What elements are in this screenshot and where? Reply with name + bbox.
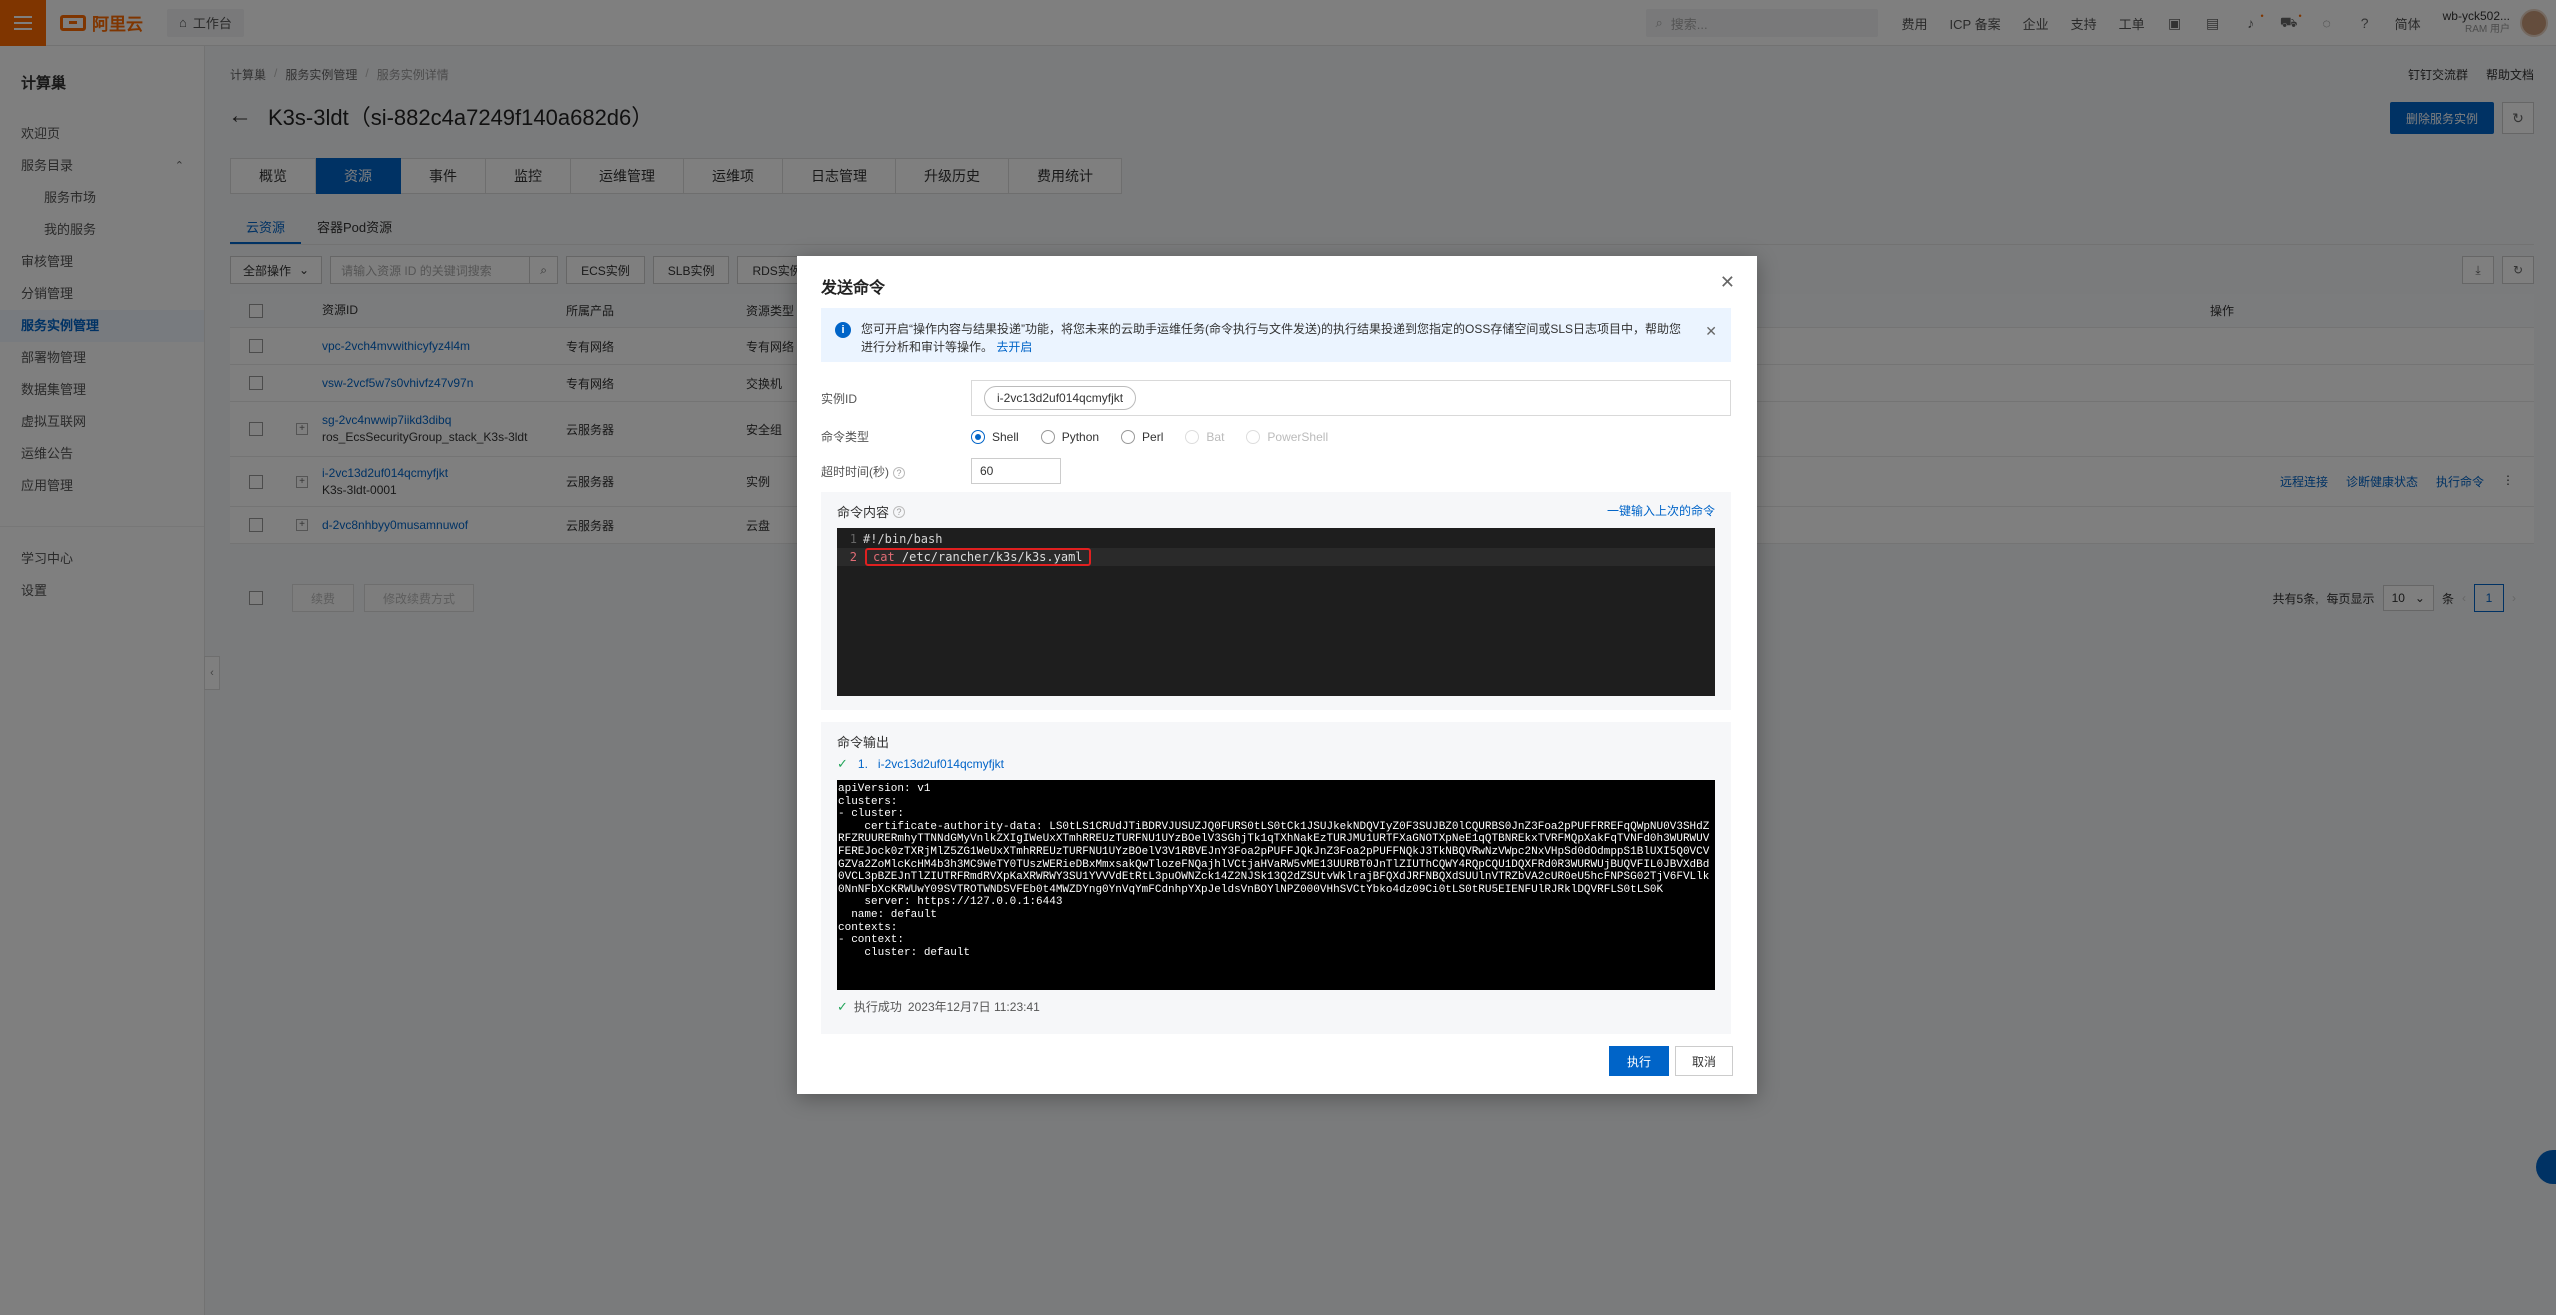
cert-key: certificate-authority-data: xyxy=(838,820,1050,833)
execute-button[interactable]: 执行 xyxy=(1608,1046,1669,1076)
instance-id-label: 实例ID xyxy=(821,391,858,406)
output-index: 1. xyxy=(857,757,868,771)
close-icon[interactable]: ✕ xyxy=(1705,322,1717,340)
radio-bat: Bat xyxy=(1185,429,1225,444)
output-instance-id[interactable]: i-2vc13d2uf014qcmyfjkt xyxy=(878,757,1004,771)
code-text: #!/bin/bash xyxy=(863,532,943,546)
radio-label: Bat xyxy=(1206,429,1225,444)
info-alert: i 您可开启“操作内容与结果投递”功能，将您未来的云助手运维任务(命令执行与文件… xyxy=(821,308,1731,362)
timeout-label: 超时时间(秒)? xyxy=(821,463,971,480)
radio-powershell: PowerShell xyxy=(1246,429,1329,444)
send-command-dialog: 发送命令 ✕ i 您可开启“操作内容与结果投递”功能，将您未来的云助手运维任务(… xyxy=(797,256,1757,1094)
check-icon: ✓ xyxy=(837,756,848,771)
code-line: 1 #!/bin/bash xyxy=(837,530,1715,548)
instance-id-field[interactable]: i-2vc13d2uf014qcmyfjkt xyxy=(971,380,1731,416)
timeout-label-text: 超时时间(秒) xyxy=(821,464,889,479)
enable-delivery-link[interactable]: 去开启 xyxy=(996,340,1032,354)
code-line: 2 cat /etc/rancher/k3s/k3s.yaml xyxy=(837,548,1715,566)
help-icon[interactable]: ? xyxy=(893,505,906,518)
command-type-row: 命令类型 Shell Python Perl Bat PowerShell xyxy=(821,428,1328,445)
help-icon[interactable]: ? xyxy=(893,466,905,479)
info-message: 您可开启“操作内容与结果投递”功能，将您未来的云助手运维任务(命令执行与文件发送… xyxy=(861,322,1682,354)
line-number: 2 xyxy=(849,550,857,564)
code-keyword: cat xyxy=(873,550,895,564)
command-output-panel: 命令输出 ✓ 1. i-2vc13d2uf014qcmyfjkt apiVers… xyxy=(821,722,1731,1034)
terminal-head: apiVersion: v1 clusters: - cluster: xyxy=(838,783,931,821)
command-content-label: 命令内容 xyxy=(837,505,890,520)
exec-time: 2023年12月7日 11:23:41 xyxy=(907,1000,1040,1014)
radio-label: Python xyxy=(1061,429,1100,444)
radio-label: Perl xyxy=(1142,429,1164,444)
reuse-last-command-link[interactable]: 一键输入上次的命令 xyxy=(1607,502,1715,519)
close-icon[interactable]: ✕ xyxy=(1720,272,1735,293)
terminal-tail: server: https://127.0.0.1:6443 name: def… xyxy=(838,896,1063,959)
info-icon: i xyxy=(835,322,851,338)
command-output-terminal: apiVersion: v1 clusters: - cluster: cert… xyxy=(837,780,1715,990)
instance-tag[interactable]: i-2vc13d2uf014qcmyfjkt xyxy=(984,386,1137,410)
code-argument: /etc/rancher/k3s/k3s.yaml xyxy=(894,550,1083,564)
radio-shell[interactable]: Shell xyxy=(971,429,1019,444)
terminal-cert-line: certificate-authority-data: LS0tLS1CRUdJ… xyxy=(838,821,1715,897)
command-type-radio-group: Shell Python Perl Bat PowerShell xyxy=(971,429,1329,444)
command-type-label: 命令类型 xyxy=(821,430,870,444)
command-content-title: 命令内容? xyxy=(837,502,906,521)
line-number: 1 xyxy=(849,532,857,546)
exec-status-text: 执行成功 xyxy=(853,1000,902,1014)
timeout-row: 超时时间(秒)? 60 xyxy=(821,458,1061,484)
command-output-title: 命令输出 xyxy=(837,735,890,750)
dialog-title: 发送命令 xyxy=(821,280,886,297)
highlighted-command: cat /etc/rancher/k3s/k3s.yaml xyxy=(865,548,1091,566)
command-content-panel: 命令内容? 一键输入上次的命令 1 #!/bin/bash 2 cat /etc… xyxy=(821,492,1731,710)
timeout-input[interactable]: 60 xyxy=(971,458,1061,484)
output-instance-item[interactable]: ✓ 1. i-2vc13d2uf014qcmyfjkt xyxy=(837,756,1004,772)
execution-status: ✓ 执行成功 2023年12月7日 11:23:41 xyxy=(837,998,1040,1015)
radio-label: PowerShell xyxy=(1267,429,1329,444)
radio-label: Shell xyxy=(992,429,1019,444)
command-code-editor[interactable]: 1 #!/bin/bash 2 cat /etc/rancher/k3s/k3s… xyxy=(837,528,1715,696)
instance-id-row: 实例ID i-2vc13d2uf014qcmyfjkt xyxy=(821,380,1731,416)
cancel-button[interactable]: 取消 xyxy=(1674,1046,1733,1076)
check-icon: ✓ xyxy=(837,998,848,1014)
radio-perl[interactable]: Perl xyxy=(1121,429,1164,444)
radio-python[interactable]: Python xyxy=(1040,429,1100,444)
info-alert-text: 您可开启“操作内容与结果投递”功能，将您未来的云助手运维任务(命令执行与文件发送… xyxy=(861,320,1681,354)
